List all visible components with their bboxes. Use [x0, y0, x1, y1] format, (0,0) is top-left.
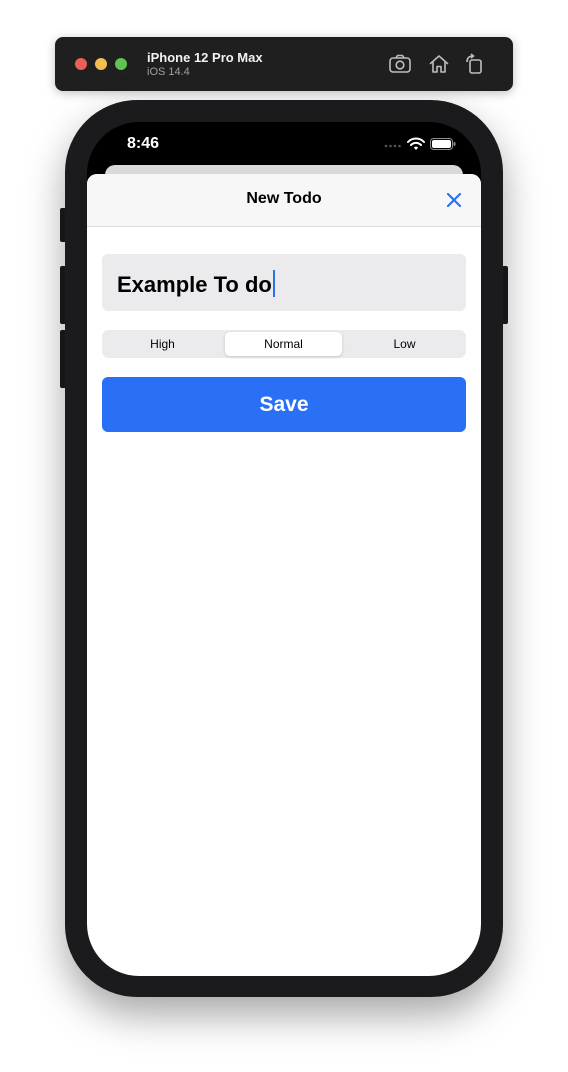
window-zoom-button[interactable]: [115, 58, 127, 70]
signal-dots-icon: [384, 144, 401, 148]
priority-segmented-control[interactable]: High Normal Low: [102, 330, 466, 358]
device-name: iPhone 12 Pro Max: [147, 50, 263, 65]
os-version: iOS 14.4: [147, 66, 190, 78]
text-cursor: [272, 270, 275, 297]
priority-normal-segment[interactable]: Normal: [225, 332, 342, 356]
priority-high-segment[interactable]: High: [104, 332, 221, 356]
close-icon[interactable]: [445, 191, 463, 209]
simulator-title-bar: iPhone 12 Pro Max iOS 14.4: [55, 37, 513, 91]
page-title: New Todo: [246, 190, 322, 207]
home-icon[interactable]: [427, 52, 451, 76]
new-todo-sheet: New Todo Example To do High Normal Low S…: [87, 174, 481, 976]
simulator-stage: iPhone 12 Pro Max iOS 14.4 8:46 New Todo…: [0, 0, 568, 1072]
todo-text-field[interactable]: Example To do: [102, 254, 466, 311]
window-minimize-button[interactable]: [95, 58, 107, 70]
todo-text-value: Example To do: [117, 270, 275, 298]
todo-text: Example To do: [117, 272, 272, 297]
priority-low-segment[interactable]: Low: [346, 332, 463, 356]
navigation-bar: New Todo: [87, 174, 481, 227]
phone-screen: 8:46 New Todo Example To do High Normal …: [87, 122, 481, 976]
notch: [187, 122, 381, 152]
window-close-button[interactable]: [75, 58, 87, 70]
status-time: 8:46: [127, 135, 160, 152]
rotate-icon[interactable]: [463, 52, 487, 76]
save-button[interactable]: Save: [102, 377, 466, 432]
wifi-icon: [407, 137, 425, 150]
battery-icon: [430, 138, 456, 150]
screenshot-icon[interactable]: [388, 52, 412, 76]
